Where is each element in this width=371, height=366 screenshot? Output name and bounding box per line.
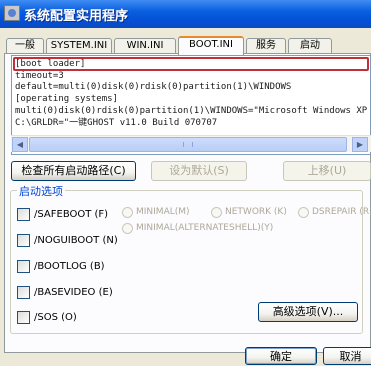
boot-ini-line[interactable]: [operating systems]	[15, 94, 118, 105]
network-radio[interactable]	[211, 207, 222, 218]
set-default-button[interactable]: 设为默认(S)	[151, 161, 247, 181]
boot-ini-line[interactable]: C:\GRLDR="一键GHOST v11.0 Build 070707	[15, 118, 217, 129]
sos-checkbox[interactable]	[17, 311, 30, 324]
boot-ini-line[interactable]: default=multi(0)disk(0)rdisk(0)partition…	[15, 82, 291, 93]
dsrepair-label: DSREPAIR (R)	[312, 207, 371, 217]
check-all-paths-button[interactable]: 检查所有启动路径(C)	[11, 161, 136, 181]
title-bar[interactable]: 系统配置实用程序	[0, 0, 371, 28]
tab-startup[interactable]: 启动	[288, 38, 332, 54]
sos-label: /SOS (O)	[34, 312, 77, 323]
tab-services[interactable]: 服务	[246, 38, 286, 54]
minimal-radio[interactable]	[122, 207, 133, 218]
minimal-alternateshell-label: MINIMAL(ALTERNATESHELL)(Y)	[136, 223, 274, 233]
noguiboot-label: /NOGUIBOOT (N)	[34, 235, 118, 246]
tab-system-ini[interactable]: SYSTEM.INI	[46, 38, 112, 54]
basevideo-label: /BASEVIDEO (E)	[34, 287, 113, 298]
tab-win-ini[interactable]: WIN.INI	[114, 38, 176, 54]
scroll-thumb[interactable]	[29, 137, 347, 152]
safeboot-label: /SAFEBOOT (F)	[34, 209, 109, 220]
window-title: 系统配置实用程序	[24, 9, 129, 24]
app-icon	[4, 5, 20, 21]
boot-ini-line[interactable]: [boot loader]	[15, 59, 85, 70]
ok-button[interactable]: 确定	[245, 347, 317, 365]
scroll-right-icon[interactable]: ▶	[352, 137, 368, 152]
minimal-label: MINIMAL(M)	[136, 207, 190, 217]
minimal-alternateshell-radio[interactable]	[122, 223, 133, 234]
network-label: NETWORK (K)	[225, 207, 287, 217]
bootlog-checkbox[interactable]	[17, 260, 30, 273]
move-up-button[interactable]: 上移(U)	[283, 161, 371, 181]
horizontal-scrollbar[interactable]: ◀ ▶	[11, 135, 371, 152]
bootlog-label: /BOOTLOG (B)	[34, 261, 105, 272]
boot-options-label: 启动选项	[17, 183, 65, 199]
cancel-button[interactable]: 取消	[323, 347, 371, 365]
scroll-left-icon[interactable]: ◀	[12, 137, 28, 152]
basevideo-checkbox[interactable]	[17, 286, 30, 299]
advanced-options-button[interactable]: 高级选项(V)...	[258, 302, 358, 322]
boot-ini-line[interactable]: multi(0)disk(0)rdisk(0)partition(1)\WIND…	[15, 106, 367, 117]
dsrepair-radio[interactable]	[298, 207, 309, 218]
tab-general[interactable]: 一般	[6, 38, 44, 54]
noguiboot-checkbox[interactable]	[17, 234, 30, 247]
safeboot-checkbox[interactable]	[17, 208, 30, 221]
tab-boot-ini[interactable]: BOOT.INI	[178, 36, 244, 55]
boot-ini-line[interactable]: timeout=3	[15, 71, 64, 82]
